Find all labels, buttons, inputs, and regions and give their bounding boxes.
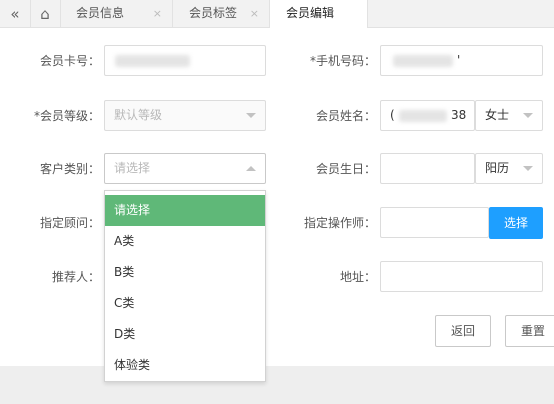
footer-bar <box>0 366 554 404</box>
back-button[interactable]: 返回 <box>435 315 491 347</box>
member-name-input[interactable]: ( 38 <box>380 100 475 131</box>
back-glyph: « <box>10 4 20 23</box>
card-number-input[interactable] <box>104 45 266 76</box>
double-chevron-left-icon[interactable]: « <box>0 0 31 27</box>
address-label: 地址： <box>339 270 376 284</box>
advisor-label: 指定顾问： <box>39 216 100 230</box>
dropdown-option[interactable]: A类 <box>105 226 265 257</box>
customer-type-label: 客户类别： <box>39 162 100 176</box>
name-prefix: ( <box>390 108 395 122</box>
home-glyph: ⌂ <box>40 4 50 23</box>
redacted-value <box>115 55 190 67</box>
phone-input[interactable]: ' <box>380 45 543 76</box>
chevron-down-icon <box>523 113 533 118</box>
member-name-label: 会员姓名： <box>315 109 376 123</box>
gender-value: 女士 <box>485 108 510 122</box>
operator-input[interactable] <box>380 207 489 238</box>
tab-member-edit[interactable]: 会员编辑 <box>270 0 368 28</box>
tab-member-info[interactable]: 会员信息 × <box>60 0 173 27</box>
phone-label: *手机号码： <box>309 54 376 68</box>
chevron-down-icon <box>523 166 533 171</box>
redacted-value <box>399 110 447 122</box>
calendar-type-select[interactable]: 阳历 <box>475 153 543 184</box>
birthday-input[interactable] <box>380 153 475 184</box>
reset-button[interactable]: 重置 <box>505 315 554 347</box>
member-level-select[interactable]: 默认等级 <box>104 100 266 131</box>
tab-member-tags[interactable]: 会员标签 × <box>173 0 270 27</box>
member-level-label: *会员等级： <box>33 109 100 123</box>
member-level-value: 默认等级 <box>114 108 163 122</box>
operator-label: 指定操作师： <box>303 216 376 230</box>
customer-type-value: 请选择 <box>114 161 151 175</box>
birthday-label: 会员生日： <box>315 162 376 176</box>
customer-type-dropdown: 请选择 A类 B类 C类 D类 体验类 <box>104 190 266 382</box>
referrer-label: 推荐人： <box>51 270 100 284</box>
dropdown-option[interactable]: B类 <box>105 257 265 288</box>
name-suffix: 38 <box>451 108 467 122</box>
card-number-label: 会员卡号： <box>39 54 100 68</box>
calendar-type-value: 阳历 <box>485 161 510 175</box>
tab-label: 会员编辑 <box>286 6 335 20</box>
close-icon[interactable]: × <box>250 0 259 27</box>
address-input[interactable] <box>380 261 543 292</box>
tab-label: 会员标签 <box>189 6 238 20</box>
select-button[interactable]: 选择 <box>489 207 543 239</box>
dropdown-option[interactable]: C类 <box>105 288 265 319</box>
dropdown-option[interactable]: 请选择 <box>105 195 265 226</box>
customer-type-select[interactable]: 请选择 <box>104 153 266 184</box>
redacted-value <box>393 55 453 67</box>
tab-label: 会员信息 <box>76 6 125 20</box>
dropdown-option[interactable]: D类 <box>105 319 265 350</box>
phone-tail: ' <box>457 53 461 67</box>
chevron-down-icon <box>246 113 256 118</box>
dropdown-option[interactable]: 体验类 <box>105 350 265 381</box>
tab-bar: « ⌂ 会员信息 × 会员标签 × 会员编辑 <box>0 0 554 28</box>
chevron-up-icon <box>246 166 256 171</box>
close-icon[interactable]: × <box>153 0 162 27</box>
home-icon[interactable]: ⌂ <box>30 0 61 27</box>
gender-select[interactable]: 女士 <box>475 100 543 131</box>
